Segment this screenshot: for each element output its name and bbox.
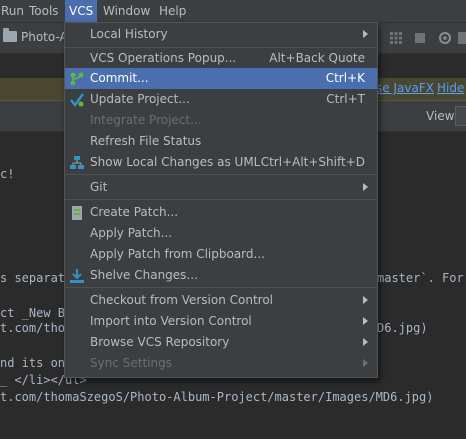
view-mode-dropdown[interactable] <box>455 106 466 126</box>
submenu-arrow-icon <box>363 359 368 367</box>
menu-item-browse-vcs-repository[interactable]: Browse VCS Repository <box>65 332 377 353</box>
editor-line: t.com/thom <box>0 321 73 335</box>
menu-window[interactable]: Window <box>99 0 154 22</box>
menu-item-git[interactable]: Git <box>65 177 377 198</box>
submenu-arrow-icon <box>363 296 368 304</box>
menu-run[interactable]: Run <box>0 0 28 22</box>
editor-line: t.com/thomaSzegoS/Photo-Album-Project/ma… <box>0 390 434 404</box>
menu-item-sync-settings: Sync Settings <box>65 353 377 374</box>
menu-item-create-patch[interactable]: Create Patch... <box>65 202 377 223</box>
menu-separator <box>65 287 377 288</box>
menu-item-label: VCS Operations Popup... <box>90 51 237 65</box>
vcs-menu-popup: Local History VCS Operations Popup... Al… <box>64 22 378 378</box>
menu-item-shortcut: Alt+Back Quote <box>269 51 365 65</box>
menu-item-label: Import into Version Control <box>90 314 252 328</box>
settings-icon[interactable] <box>438 31 452 45</box>
menu-item-apply-patch-clipboard[interactable]: Apply Patch from Clipboard... <box>65 244 377 265</box>
editor-line: s separate <box>0 271 73 285</box>
menu-item-label: Git <box>90 180 108 194</box>
menu-item-label: Apply Patch from Clipboard... <box>90 247 265 261</box>
stop-icon[interactable] <box>414 32 426 44</box>
menu-item-label: Create Patch... <box>90 205 179 219</box>
menu-item-label: Sync Settings <box>90 356 172 370</box>
submenu-arrow-icon <box>363 183 368 191</box>
menu-item-vcs-operations-popup[interactable]: VCS Operations Popup... Alt+Back Quote <box>65 48 377 69</box>
hide-notification-link[interactable]: Hide <box>437 81 464 95</box>
menu-item-label: Local History <box>90 27 168 41</box>
breadcrumb-project[interactable]: Photo-A <box>21 30 68 44</box>
menu-item-refresh-file-status[interactable]: Refresh File Status <box>65 131 377 152</box>
menu-item-update-project[interactable]: Update Project... Ctrl+T <box>65 89 377 110</box>
menu-item-shelve-changes[interactable]: Shelve Changes... <box>65 265 377 286</box>
shelve-icon <box>70 269 84 283</box>
uml-icon <box>70 156 84 169</box>
menu-item-label: Show Local Changes as UML <box>90 155 261 169</box>
menu-item-label: Refresh File Status <box>90 134 202 148</box>
menu-item-shortcut: Ctrl+K <box>325 71 365 85</box>
debug-grid-icon[interactable] <box>390 32 402 44</box>
menu-separator <box>65 174 377 175</box>
update-project-icon <box>70 93 84 107</box>
menu-bar: Run Tools VCS Window Help <box>0 0 466 23</box>
view-label: View: <box>426 109 458 123</box>
menu-item-integrate-project: Integrate Project... <box>65 110 377 131</box>
menu-item-apply-patch[interactable]: Apply Patch... <box>65 223 377 244</box>
menu-vcs[interactable]: VCS <box>65 0 98 22</box>
create-patch-icon <box>72 206 82 220</box>
menu-item-label: Update Project... <box>90 92 190 106</box>
editor-line: D6.jpg) <box>377 321 428 335</box>
menu-item-label: Apply Patch... <box>90 226 173 240</box>
editor-line: c! <box>0 167 15 181</box>
menu-item-local-history[interactable]: Local History <box>65 24 377 45</box>
editor-line: ct _New Br <box>0 306 73 320</box>
menu-item-label: Shelve Changes... <box>90 268 198 282</box>
submenu-arrow-icon <box>363 338 368 346</box>
menu-item-shortcut: Ctrl+T <box>326 92 365 106</box>
menu-item-label: Integrate Project... <box>90 113 202 127</box>
menu-item-label: Browse VCS Repository <box>90 335 230 349</box>
submenu-arrow-icon <box>363 30 368 38</box>
menu-item-show-local-changes-uml[interactable]: Show Local Changes as UML Ctrl+Alt+Shift… <box>65 152 377 173</box>
commit-icon <box>70 72 84 86</box>
menu-item-checkout-vcs[interactable]: Checkout from Version Control <box>65 290 377 311</box>
menu-item-import-vcs[interactable]: Import into Version Control <box>65 311 377 332</box>
menu-item-label: Commit... <box>90 71 149 85</box>
editor-line: nd its onl <box>0 356 73 370</box>
folder-icon <box>3 28 17 42</box>
menu-tools[interactable]: Tools <box>25 0 63 22</box>
use-javafx-link[interactable]: se JavaFX <box>376 81 434 95</box>
menu-help[interactable]: Help <box>155 0 190 22</box>
structure-icon[interactable] <box>458 32 466 44</box>
editor-line: master`. For e <box>377 271 464 285</box>
menu-item-commit[interactable]: Commit... Ctrl+K <box>65 68 377 89</box>
submenu-arrow-icon <box>363 317 368 325</box>
menu-item-label: Checkout from Version Control <box>90 293 274 307</box>
menu-item-shortcut: Ctrl+Alt+Shift+D <box>260 155 365 169</box>
menu-separator <box>65 199 377 200</box>
